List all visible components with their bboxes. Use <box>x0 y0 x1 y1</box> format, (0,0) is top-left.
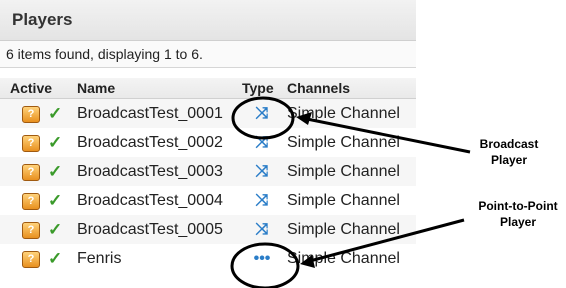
broadcast-arrowhead <box>296 112 312 125</box>
p2p-callout: Point-to-Point Player <box>472 198 564 230</box>
broadcast-arrow <box>301 116 471 154</box>
broadcast-circle <box>231 96 295 140</box>
broadcast-callout-line2: Player <box>490 153 528 167</box>
p2p-callout-line2: Player <box>499 215 537 229</box>
p2p-arrowhead <box>300 255 315 268</box>
broadcast-callout: Broadcast Player <box>466 136 552 168</box>
p2p-circle <box>230 242 300 288</box>
broadcast-callout-line1: Broadcast <box>479 137 539 151</box>
p2p-callout-line1: Point-to-Point <box>478 199 558 213</box>
p2p-arrow <box>305 218 465 264</box>
